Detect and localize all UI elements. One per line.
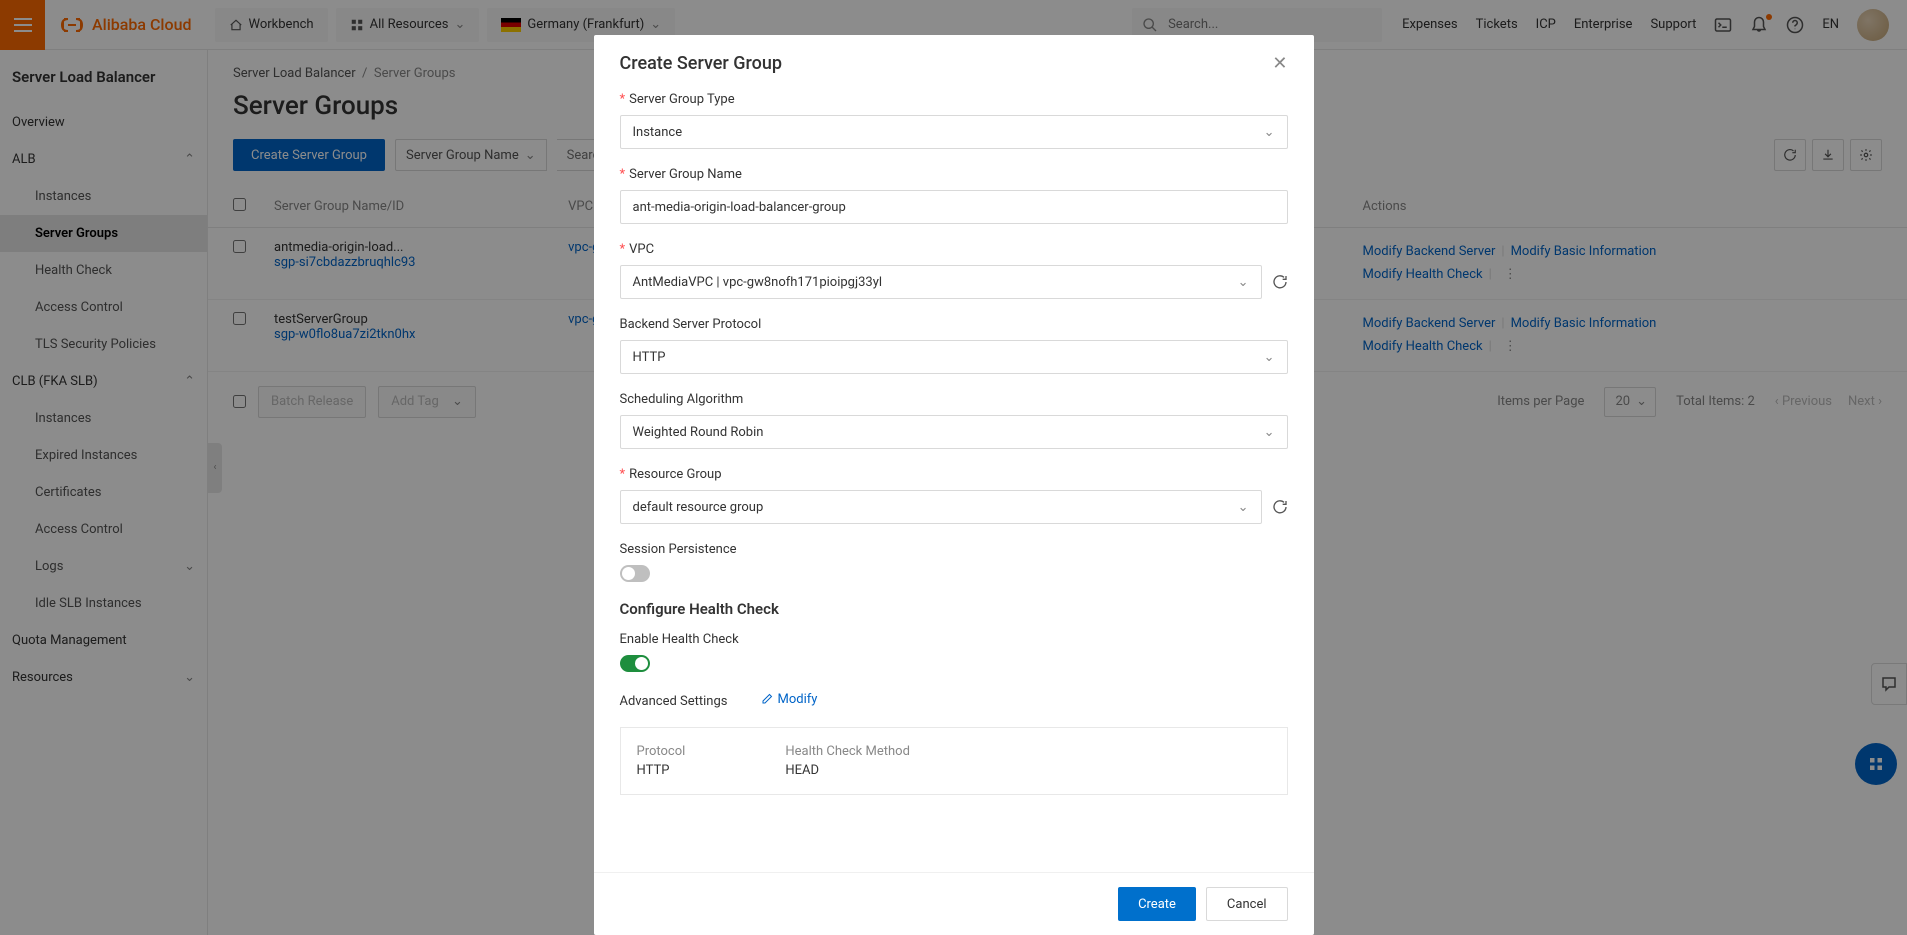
rg-refresh-icon[interactable] (1272, 499, 1288, 515)
protocol-label: Backend Server Protocol (620, 317, 1288, 332)
health-check-toggle[interactable] (620, 655, 650, 672)
modal-footer: Create Cancel (594, 872, 1314, 935)
close-icon[interactable]: ✕ (1272, 53, 1287, 74)
chevron-down-icon: ⌄ (1264, 125, 1275, 140)
adv-protocol-label: Protocol (637, 744, 686, 759)
name-label: *Server Group Name (620, 167, 1288, 182)
cancel-button[interactable]: Cancel (1206, 887, 1288, 921)
chevron-down-icon: ⌄ (1264, 425, 1275, 440)
enable-health-label: Enable Health Check (620, 632, 1288, 647)
resource-group-label: *Resource Group (620, 467, 1288, 482)
modal-title: Create Server Group (620, 53, 783, 74)
vpc-select[interactable]: AntMediaVPC | vpc-gw8nofh171pioipgj33yl⌄ (620, 265, 1262, 299)
advanced-settings-box: Protocol HTTP Health Check Method HEAD (620, 727, 1288, 795)
create-server-group-modal: Create Server Group ✕ *Server Group Type… (594, 35, 1314, 935)
modal-body: *Server Group Type Instance⌄ *Server Gro… (594, 92, 1314, 872)
chevron-down-icon: ⌄ (1238, 500, 1249, 515)
adv-method-value: HEAD (785, 763, 910, 778)
resource-group-select[interactable]: default resource group⌄ (620, 490, 1262, 524)
scheduling-label: Scheduling Algorithm (620, 392, 1288, 407)
create-button[interactable]: Create (1118, 887, 1196, 921)
protocol-select[interactable]: HTTP⌄ (620, 340, 1288, 374)
health-check-header: Configure Health Check (620, 600, 1288, 618)
modal-header: Create Server Group ✕ (594, 35, 1314, 92)
vpc-label: *VPC (620, 242, 1288, 257)
adv-method-label: Health Check Method (785, 744, 910, 759)
type-select[interactable]: Instance⌄ (620, 115, 1288, 149)
type-label: *Server Group Type (620, 92, 1288, 107)
chevron-down-icon: ⌄ (1264, 350, 1275, 365)
modify-link[interactable]: Modify (761, 692, 817, 707)
adv-protocol-value: HTTP (637, 763, 686, 778)
chevron-down-icon: ⌄ (1238, 275, 1249, 290)
vpc-refresh-icon[interactable] (1272, 274, 1288, 290)
session-toggle[interactable] (620, 565, 650, 582)
scheduling-select[interactable]: Weighted Round Robin⌄ (620, 415, 1288, 449)
name-input[interactable] (620, 190, 1288, 224)
session-label: Session Persistence (620, 542, 1288, 557)
modal-overlay[interactable]: Create Server Group ✕ *Server Group Type… (0, 0, 1907, 935)
advanced-settings-label: Advanced Settings (620, 694, 728, 709)
pencil-icon (761, 693, 773, 705)
